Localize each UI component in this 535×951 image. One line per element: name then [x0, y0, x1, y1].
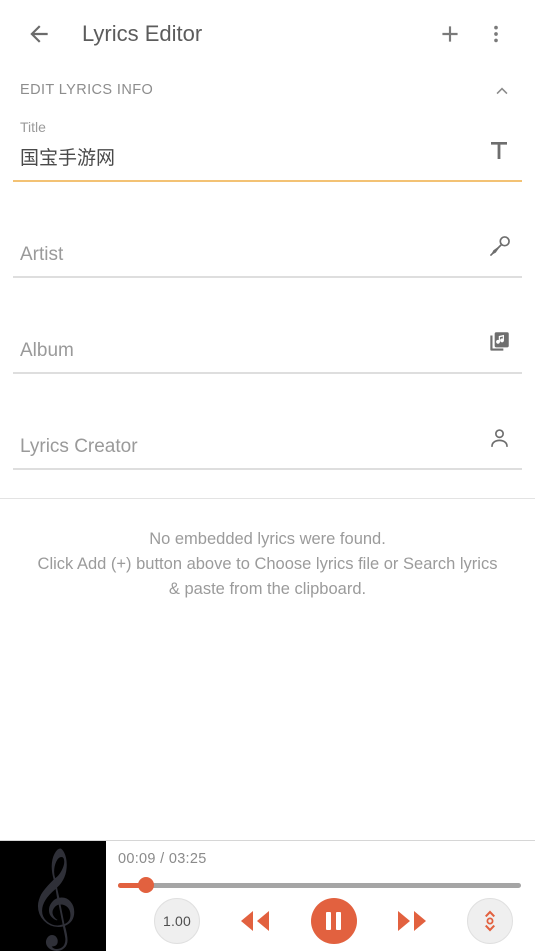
- empty-state-line-1: No embedded lyrics were found.: [149, 530, 386, 548]
- artist-underline: [13, 276, 522, 278]
- lyrics-info-form: Title 国宝手游网 Artist Album Lyrics Creator: [0, 112, 535, 498]
- field-gap: [13, 182, 522, 218]
- section-label: EDIT LYRICS INFO: [20, 82, 154, 98]
- text-format-button[interactable]: [476, 130, 522, 170]
- seek-bar[interactable]: [118, 876, 521, 894]
- transport-controls: 1.00: [118, 894, 521, 951]
- empty-state-message: No embedded lyrics were found. Click Add…: [0, 527, 535, 602]
- album-art[interactable]: 𝄞: [0, 841, 106, 951]
- more-vert-icon: [494, 25, 498, 43]
- playback-time: 00:09 / 03:25: [118, 851, 521, 871]
- lyrics-creator-person-button[interactable]: [476, 418, 522, 458]
- add-button[interactable]: [427, 11, 473, 57]
- player-bar: 𝄞 00:09 / 03:25 1.00: [0, 840, 535, 951]
- microphone-icon: [489, 235, 510, 256]
- lyrics-creator-underline: [13, 468, 522, 470]
- play-pause-button[interactable]: [310, 897, 357, 944]
- lyrics-content-area: No embedded lyrics were found. Click Add…: [0, 499, 535, 840]
- lyrics-creator-input[interactable]: Lyrics Creator: [20, 434, 476, 460]
- player-controls-panel: 00:09 / 03:25 1.00: [106, 841, 535, 951]
- field-gap: [13, 374, 522, 410]
- collapse-section-button[interactable]: [485, 73, 519, 107]
- pause-icon: [326, 911, 341, 930]
- playback-speed-button[interactable]: 1.00: [154, 897, 200, 944]
- chevron-up-icon: [496, 87, 508, 95]
- seek-thumb[interactable]: [138, 877, 155, 893]
- empty-state-line-2: Click Add (+) button above to Choose lyr…: [37, 555, 498, 573]
- library-music-icon: [490, 332, 509, 351]
- offset-adjust-button[interactable]: [467, 897, 513, 944]
- title-field[interactable]: Title 国宝手游网: [13, 112, 522, 182]
- title-label: Title: [20, 119, 46, 135]
- album-library-button[interactable]: [476, 322, 522, 362]
- fast-forward-icon: [397, 910, 426, 931]
- plus-icon: [442, 26, 458, 42]
- overflow-menu-button[interactable]: [473, 11, 519, 57]
- playback-speed-label: 1.00: [162, 912, 192, 929]
- album-underline: [13, 372, 522, 374]
- artist-mic-button[interactable]: [476, 226, 522, 266]
- album-input[interactable]: Album: [20, 338, 476, 364]
- person-icon: [490, 428, 508, 447]
- artist-input[interactable]: Artist: [20, 242, 476, 268]
- time-separator: /: [160, 851, 165, 867]
- edit-lyrics-info-header[interactable]: EDIT LYRICS INFO: [0, 68, 535, 112]
- text-format-icon: [491, 142, 507, 159]
- offset-adjust-icon: [485, 910, 495, 931]
- title-underline: [13, 180, 522, 182]
- treble-clef-icon: 𝄞: [27, 847, 79, 947]
- artist-field[interactable]: Artist: [13, 218, 522, 278]
- lyrics-editor-screen: Lyrics Editor EDIT LYRICS INFO Title 国宝手…: [0, 0, 535, 951]
- seek-track: [118, 882, 521, 888]
- current-time: 00:09: [118, 851, 156, 867]
- lyrics-creator-field[interactable]: Lyrics Creator: [13, 410, 522, 470]
- form-bottom-gap: [13, 470, 522, 498]
- total-time: 03:25: [168, 851, 207, 867]
- empty-state-line-3: & paste from the clipboard.: [168, 580, 367, 598]
- fast-forward-button[interactable]: [393, 908, 431, 934]
- app-bar: Lyrics Editor: [0, 0, 535, 68]
- rewind-button[interactable]: [236, 908, 274, 934]
- page-title: Lyrics Editor: [82, 21, 203, 46]
- field-gap: [13, 278, 522, 314]
- rewind-icon: [241, 910, 270, 931]
- title-input[interactable]: 国宝手游网: [20, 146, 476, 172]
- album-field[interactable]: Album: [13, 314, 522, 374]
- back-button[interactable]: [16, 11, 62, 57]
- arrow-back-icon: [30, 25, 48, 43]
